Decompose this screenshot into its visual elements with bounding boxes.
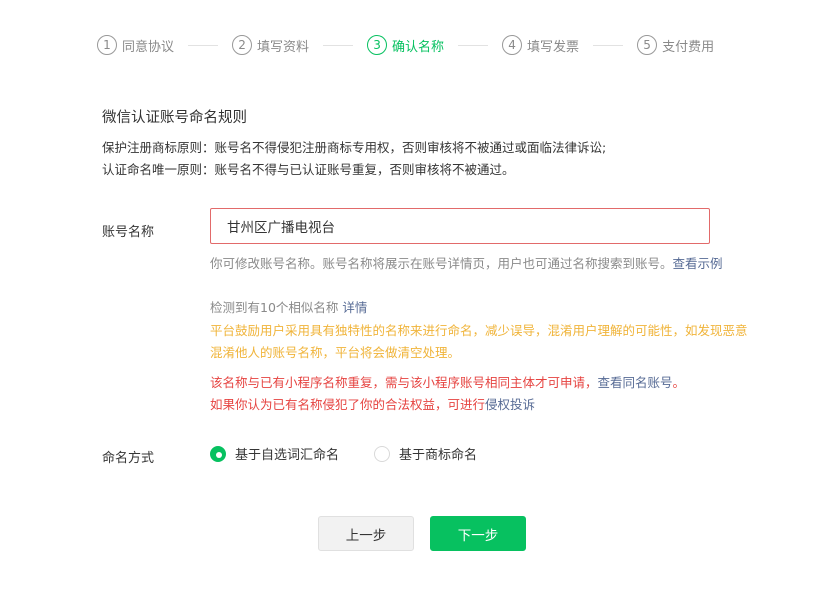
naming-mode-group: 基于自选词汇命名 基于商标命名	[210, 444, 477, 463]
duplicate-name-error: 该名称与已有小程序名称重复，需与该小程序账号相同主体才可申请，查看同名账号。 如…	[210, 372, 750, 416]
similar-names-hint: 检测到有10个相似名称 详情	[210, 297, 750, 319]
name-description-text: 你可修改账号名称。账号名称将展示在账号详情页，用户也可通过名称搜索到账号。	[210, 256, 673, 271]
infringement-complaint-link[interactable]: 侵权投诉	[485, 397, 535, 412]
step-confirm-name: 3 确认名称	[367, 35, 444, 55]
step-number: 5	[637, 35, 658, 55]
infringement-text: 如果你认为已有名称侵犯了你的合法权益，可进行	[210, 397, 486, 412]
progress-stepper: 1 同意协议 2 填写资料 3 确认名称 4 填写发票 5 支付费用	[97, 34, 714, 56]
step-number: 3	[367, 35, 388, 55]
rule-unique: 认证命名唯一原则：账号名不得与已认证账号重复，否则审核将不被通过。	[102, 162, 515, 177]
duplicate-error-text: 该名称与已有小程序名称重复，需与该小程序账号相同主体才可申请，	[210, 375, 598, 390]
previous-step-button[interactable]: 上一步	[318, 516, 414, 551]
radio-custom-vocabulary[interactable]: 基于自选词汇命名	[210, 444, 339, 463]
naming-mode-label: 命名方式	[102, 451, 155, 466]
radio-checked-icon	[210, 445, 226, 462]
duplicate-error-end: 。	[672, 375, 686, 390]
step-number: 4	[502, 35, 523, 55]
radio-unchecked-icon	[374, 445, 391, 462]
account-name-label: 账号名称	[102, 225, 155, 240]
similar-details-link[interactable]: 详情	[342, 300, 367, 315]
radio-label: 基于自选词汇命名	[235, 448, 340, 463]
similar-names-text: 检测到有10个相似名称	[210, 300, 339, 315]
rule-trademark: 保护注册商标原则：账号名不得侵犯注册商标专用权，否则审核将不被通过或面临法律诉讼…	[102, 140, 607, 155]
rules-title: 微信认证账号命名规则	[102, 110, 247, 126]
radio-trademark[interactable]: 基于商标命名	[374, 444, 477, 463]
account-name-input[interactable]	[210, 208, 710, 244]
step-label: 填写资料	[257, 39, 310, 55]
step-divider	[323, 44, 354, 46]
step-divider	[458, 44, 489, 46]
next-step-button[interactable]: 下一步	[430, 516, 526, 551]
naming-warning-text: 平台鼓励用户采用具有独特性的名称来进行命名，减少误导，混淆用户理解的可能性，如发…	[210, 323, 748, 360]
radio-label: 基于商标命名	[399, 448, 478, 463]
step-number: 2	[232, 35, 253, 55]
step-agree: 1 同意协议	[97, 35, 174, 55]
step-label: 填写发票	[527, 39, 580, 55]
step-number: 1	[97, 35, 117, 55]
step-invoice: 4 填写发票	[502, 35, 579, 55]
name-description-hint: 你可修改账号名称。账号名称将展示在账号详情页，用户也可通过名称搜索到账号。查看示…	[210, 253, 750, 275]
step-label: 确认名称	[392, 39, 445, 55]
view-example-link[interactable]: 查看示例	[673, 256, 723, 271]
step-divider	[188, 44, 219, 46]
step-divider	[593, 44, 624, 46]
step-payment: 5 支付费用	[637, 35, 714, 55]
step-fill-info: 2 填写资料	[232, 35, 309, 55]
step-label: 支付费用	[662, 39, 715, 55]
view-same-name-link[interactable]: 查看同名账号	[598, 375, 673, 390]
step-label: 同意协议	[122, 39, 175, 55]
